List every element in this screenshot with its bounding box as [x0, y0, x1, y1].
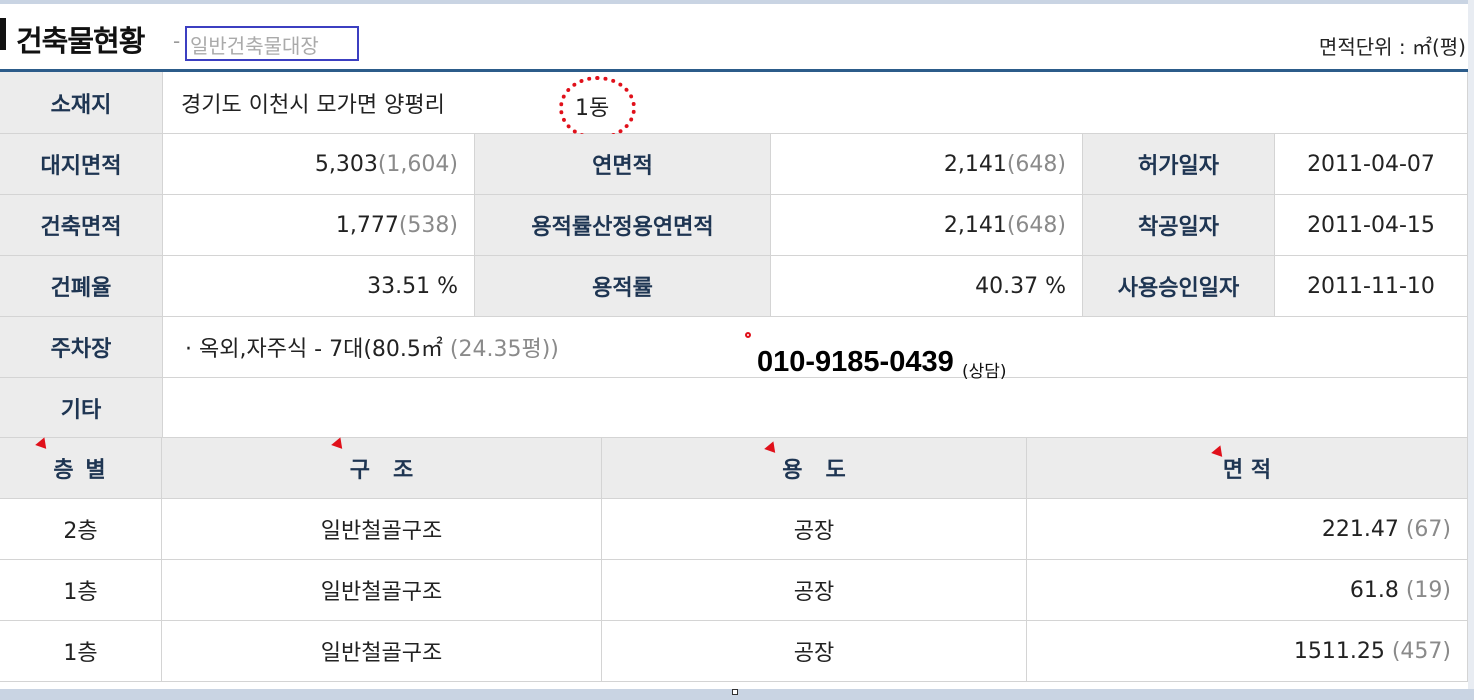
far-floor-cell: 2,141 (648) — [771, 195, 1083, 256]
other-value — [163, 378, 1468, 438]
phone-number: 010-9185-0439 — [757, 346, 954, 378]
building-area-cell: 1,777 (538) — [163, 195, 475, 256]
approval-date-label: 사용승인일자 — [1083, 256, 1275, 317]
right-frame-edge — [1468, 0, 1474, 700]
title-separator: - — [173, 29, 181, 53]
other-label: 기타 — [0, 378, 163, 438]
far-label: 용적률 — [475, 256, 771, 317]
permit-date-label: 허가일자 — [1083, 134, 1275, 195]
table-row-area: 1511.25 (457) — [1027, 621, 1468, 682]
site-area-value: 5,303 — [314, 151, 378, 177]
table-row-use: 공장 — [602, 499, 1027, 560]
row-area-value: 61.8 — [1349, 577, 1399, 603]
location-value-cell: 경기도 이천시 모가면 양평리 — [163, 72, 1468, 134]
building-area-label: 건축면적 — [0, 195, 163, 256]
row-area-pyeong: (67) — [1405, 516, 1451, 542]
approval-date-value: 2011-11-10 — [1275, 256, 1468, 317]
page-subtitle: 일반건축물대장 — [190, 34, 319, 58]
use-header: 용 도 — [602, 438, 1027, 499]
total-floor-label: 연면적 — [475, 134, 771, 195]
table-row-structure: 일반철골구조 — [162, 499, 602, 560]
site-area-label: 대지면적 — [0, 134, 163, 195]
phone-note: (상담) — [962, 362, 1007, 382]
bcr-label: 건폐율 — [0, 256, 163, 317]
page-title: 건축물현황 — [16, 24, 145, 58]
building-area-value: 1,777 — [335, 212, 399, 238]
parking-label: 주차장 — [0, 317, 163, 378]
table-row-use: 공장 — [602, 621, 1027, 682]
site-area-pyeong: (1,604) — [377, 151, 458, 177]
table-row-floor: 1층 — [0, 560, 162, 621]
total-floor-pyeong: (648) — [1006, 151, 1066, 177]
total-floor-cell: 2,141 (648) — [771, 134, 1083, 195]
table-row-structure: 일반철골구조 — [162, 560, 602, 621]
area-header: 면 적 — [1027, 438, 1468, 499]
table-row-floor: 2층 — [0, 499, 162, 560]
floor-header: 층 별 — [0, 438, 162, 499]
site-area-cell: 5,303 (1,604) — [163, 134, 475, 195]
permit-date-value: 2011-04-07 — [1275, 134, 1468, 195]
top-frame-strip — [0, 0, 1474, 4]
far-floor-label: 용적률산정용연면적 — [475, 195, 771, 256]
total-floor-value: 2,141 — [943, 151, 1007, 177]
building-area-pyeong: (538) — [398, 212, 458, 238]
area-unit-label: 면적단위 : ㎡(평) — [1319, 31, 1466, 60]
start-date-value: 2011-04-15 — [1275, 195, 1468, 256]
row-area-value: 221.47 — [1321, 516, 1399, 542]
location-label: 소재지 — [0, 72, 163, 134]
table-row-structure: 일반철골구조 — [162, 621, 602, 682]
bcr-value: 33.51 % — [163, 256, 475, 317]
unit-text: 면적단위 : ㎡ — [1318, 35, 1432, 59]
parking-value: · 옥외,자주식 - 7대(80.5㎡ — [185, 337, 443, 362]
row-area-pyeong: (19) — [1405, 577, 1451, 603]
far-floor-pyeong: (648) — [1006, 212, 1066, 238]
far-floor-value: 2,141 — [943, 212, 1007, 238]
unit-paren: (평) — [1431, 35, 1466, 59]
far-value: 40.37 % — [771, 256, 1083, 317]
structure-header: 구 조 — [162, 438, 602, 499]
title-marker-bar — [0, 18, 6, 50]
annotation-circle — [559, 76, 636, 140]
row-area-value: 1511.25 — [1293, 638, 1385, 664]
table-row-area: 61.8 (19) — [1027, 560, 1468, 621]
table-row-use: 공장 — [602, 560, 1027, 621]
location-value: 경기도 이천시 모가면 양평리 — [181, 92, 445, 118]
start-date-label: 착공일자 — [1083, 195, 1275, 256]
annotation-dot — [745, 332, 751, 338]
parking-pyeong: (24.35평)) — [449, 337, 559, 362]
table-row-area: 221.47 (67) — [1027, 499, 1468, 560]
row-area-pyeong: (457) — [1391, 638, 1451, 664]
table-row-floor: 1층 — [0, 621, 162, 682]
resize-handle[interactable] — [732, 689, 738, 695]
